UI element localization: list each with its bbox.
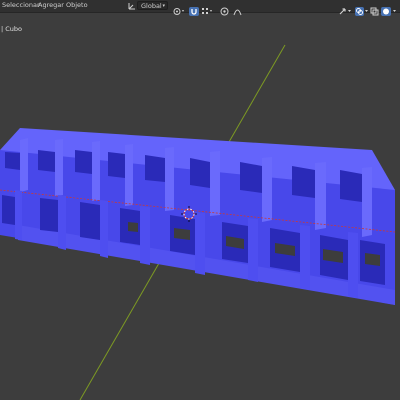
snap-increment-icon[interactable] xyxy=(201,1,212,14)
transform-orientation-dropdown[interactable]: Global ▾ xyxy=(137,1,168,10)
active-object-label: | Cubo xyxy=(1,25,23,33)
overlays-icon[interactable] xyxy=(355,1,369,16)
proportional-editing-icon[interactable] xyxy=(220,1,229,16)
pivot-point-icon[interactable] xyxy=(173,1,184,15)
menu-seleccionar[interactable]: Seleccionar xyxy=(2,1,40,10)
viewport-shading-icon[interactable] xyxy=(381,1,398,16)
snap-magnet-icon[interactable] xyxy=(189,1,199,16)
menu-agregar[interactable]: Agregar xyxy=(38,1,64,10)
viewport-scene[interactable] xyxy=(0,0,400,400)
orientation-axes-icon[interactable] xyxy=(128,1,135,10)
menu-objeto[interactable]: Objeto xyxy=(66,1,88,10)
gizmo-arrows-icon[interactable] xyxy=(338,1,352,15)
xray-icon[interactable] xyxy=(370,1,379,16)
chevron-down-icon: ▾ xyxy=(162,3,165,9)
transform-orientation-value: Global xyxy=(141,2,162,10)
viewport-header: Seleccionar Agregar Objeto Global ▾ xyxy=(0,0,400,16)
3d-viewport[interactable]: Seleccionar Agregar Objeto Global ▾ | Cu… xyxy=(0,0,400,400)
falloff-curve-icon[interactable] xyxy=(233,1,242,16)
